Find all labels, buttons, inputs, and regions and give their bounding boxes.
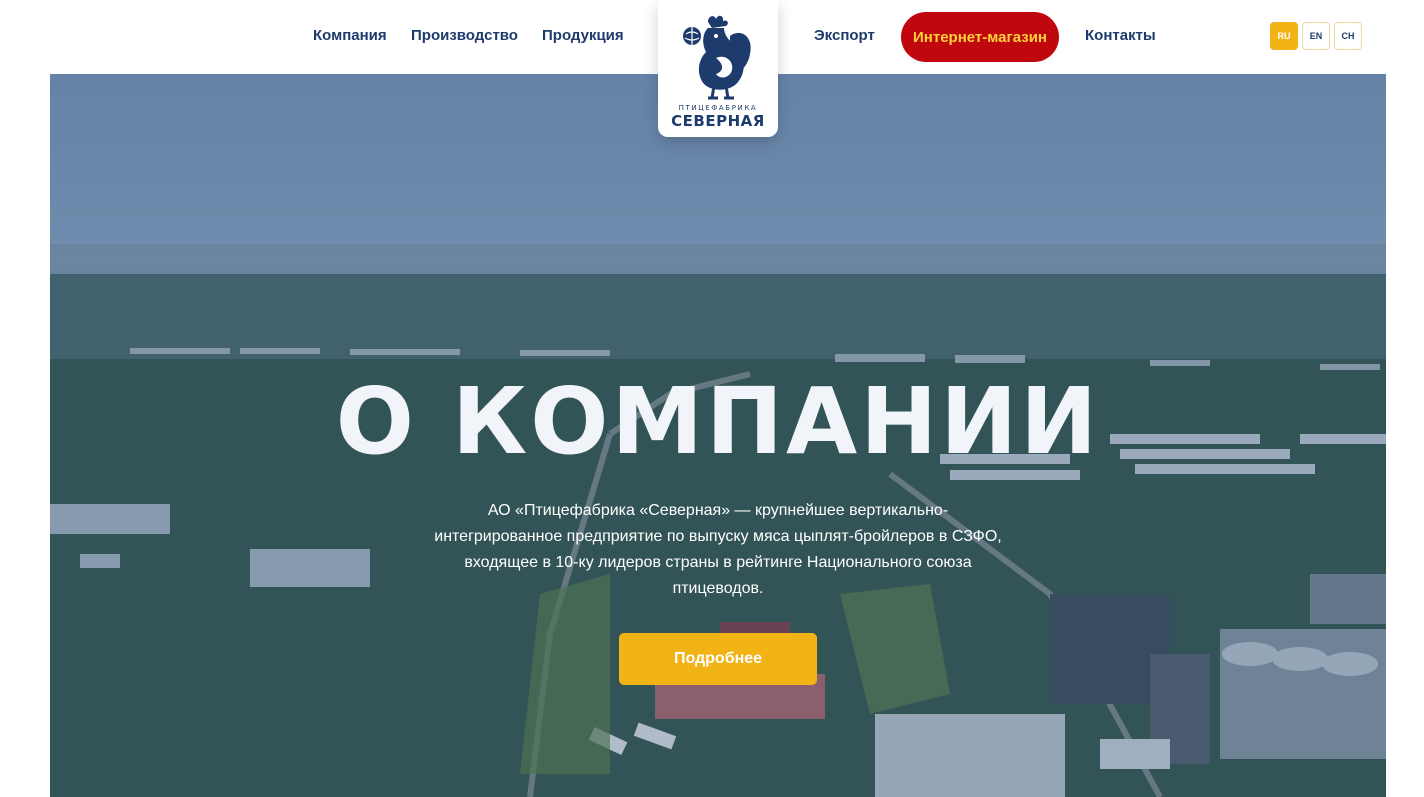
- hero-section: О КОМПАНИИ АО «Птицефабрика «Северная» —…: [50, 74, 1386, 797]
- nav-item-production[interactable]: Производство: [411, 26, 518, 46]
- nav-item-online-shop-button[interactable]: Интернет-магазин: [901, 12, 1059, 62]
- nav-item-export[interactable]: Экспорт: [814, 26, 875, 46]
- hero-description: АО «Птицефабрика «Северная» — крупнейшее…: [434, 502, 1002, 597]
- nav-item-products[interactable]: Продукция: [542, 26, 624, 46]
- language-ru-button[interactable]: RU: [1270, 22, 1298, 50]
- nav-item-contacts[interactable]: Контакты: [1085, 26, 1156, 46]
- logo-subtitle: ПТИЦЕФАБРИКА: [678, 104, 758, 112]
- site-logo[interactable]: ПТИЦЕФАБРИКА СЕВЕРНАЯ: [658, 0, 778, 137]
- nav-item-company[interactable]: Компания: [313, 26, 387, 46]
- language-en-button[interactable]: EN: [1302, 22, 1330, 50]
- hero-title: О КОМПАНИИ: [335, 368, 1101, 475]
- logo-name: СЕВЕРНАЯ: [671, 112, 765, 130]
- rooster-logo-icon: [683, 15, 751, 100]
- more-details-button[interactable]: Подробнее: [619, 633, 817, 685]
- language-ch-button[interactable]: CH: [1334, 22, 1362, 50]
